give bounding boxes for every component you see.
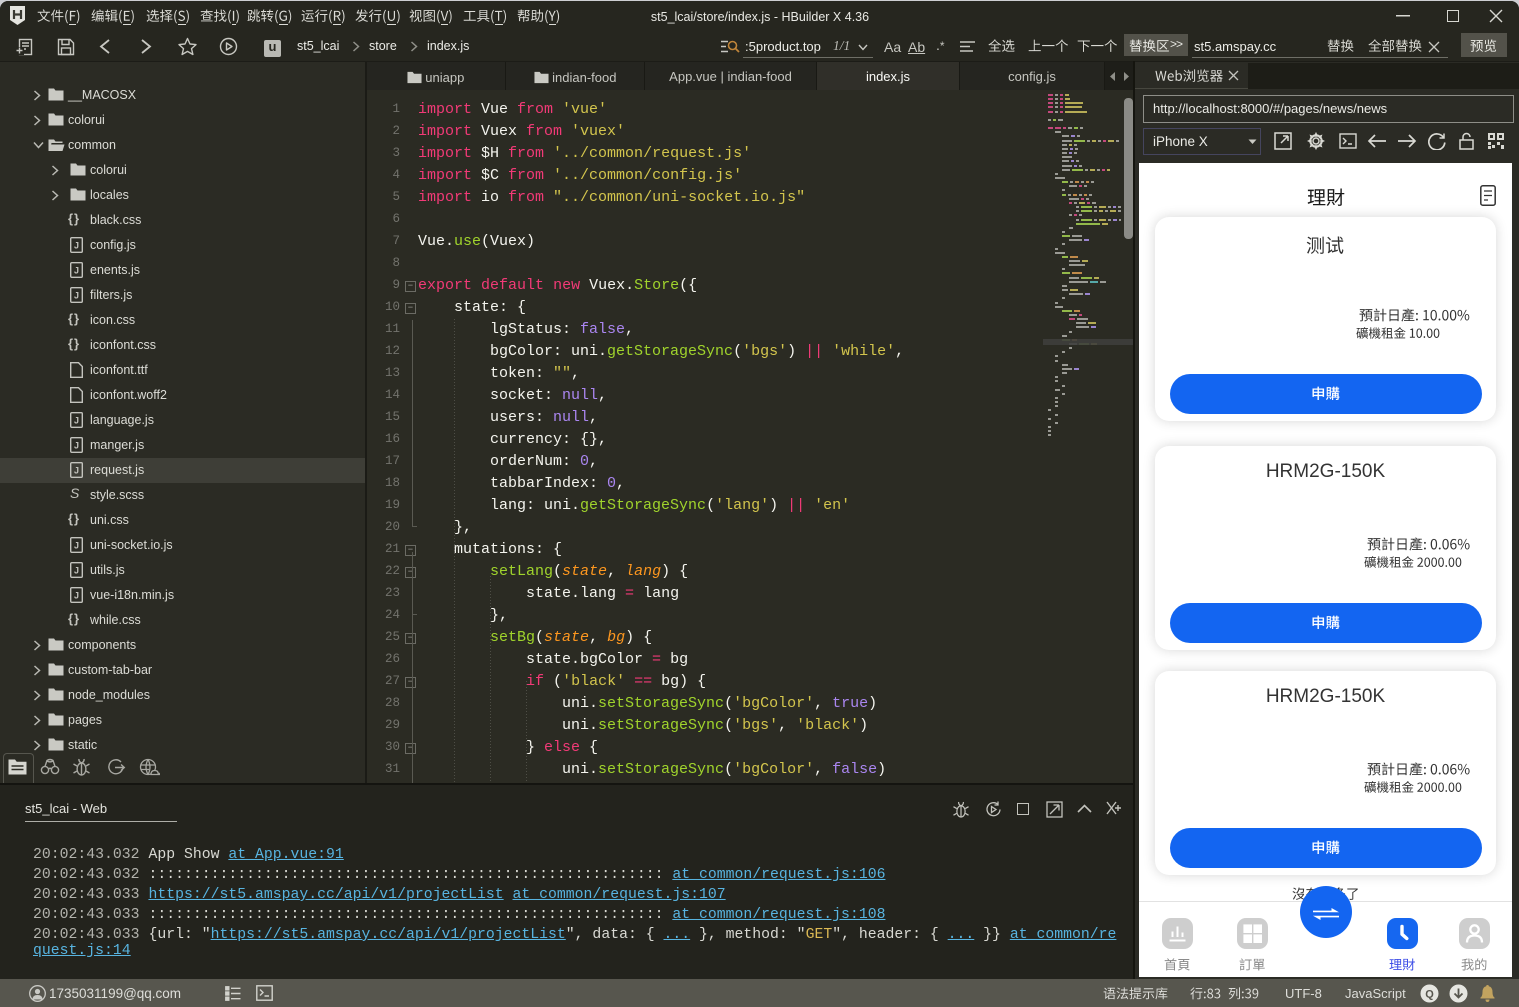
svg-text:J: J	[74, 416, 79, 426]
svg-text:J: J	[74, 591, 79, 601]
svg-text:J: J	[74, 266, 79, 276]
svg-text:Q: Q	[1425, 989, 1434, 1001]
svg-text:J: J	[74, 241, 79, 251]
svg-text:J: J	[74, 466, 79, 476]
svg-text:J: J	[74, 291, 79, 301]
svg-text:J: J	[74, 566, 79, 576]
svg-text:J: J	[74, 541, 79, 551]
svg-text:J: J	[74, 441, 79, 451]
